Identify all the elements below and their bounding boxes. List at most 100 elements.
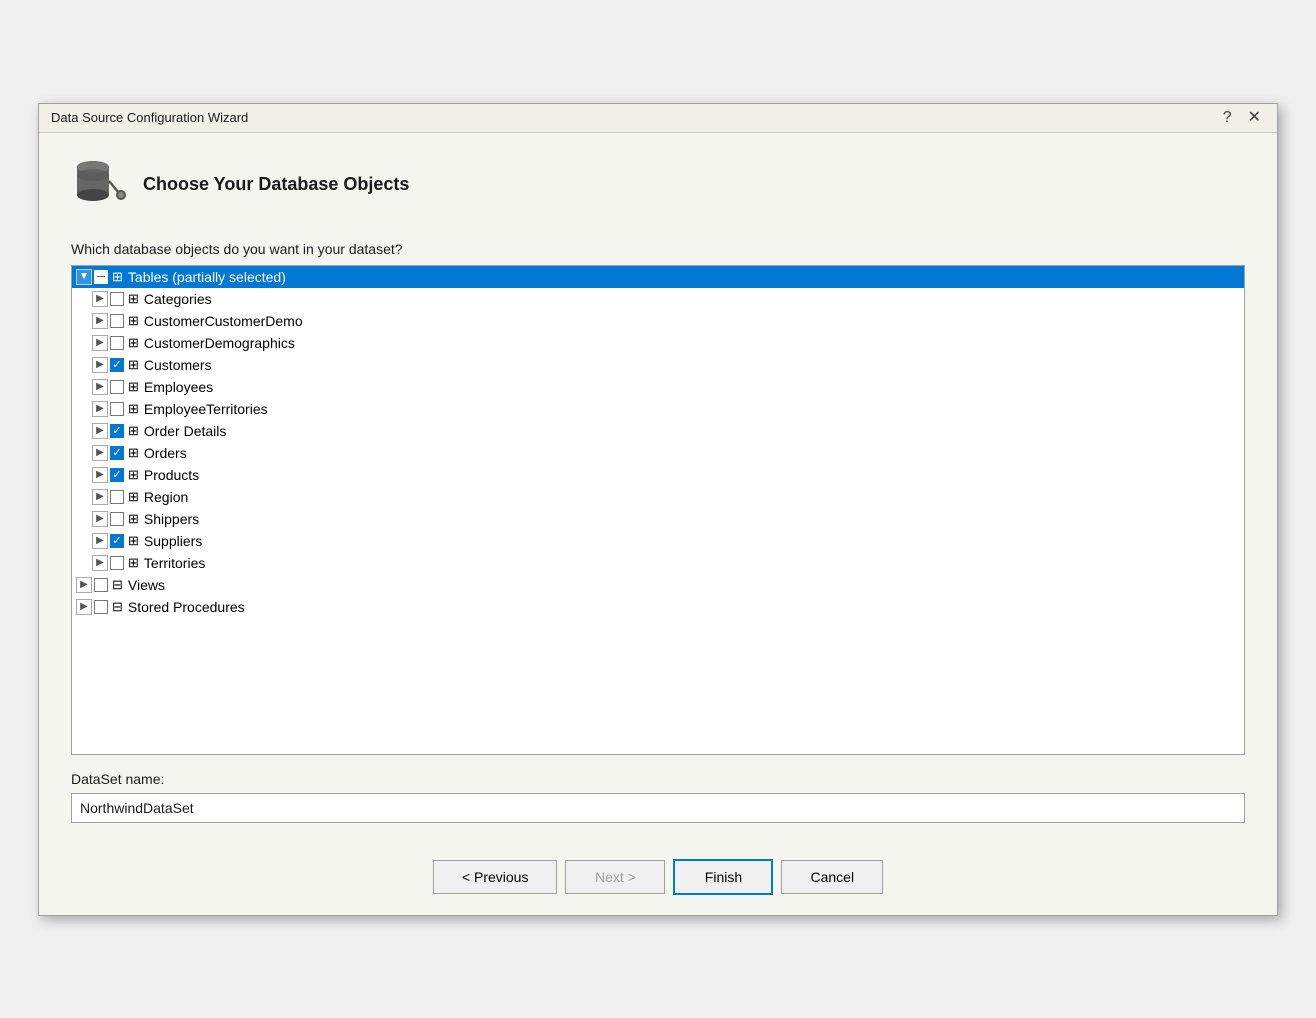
region-label: Region <box>144 489 188 505</box>
categories-table-icon: ⊞ <box>128 291 139 307</box>
od-label: Order Details <box>144 423 226 439</box>
tree-item-orders[interactable]: ▶ ✓ ⊞ Orders <box>72 442 1244 464</box>
od-checkbox[interactable]: ✓ <box>110 424 124 438</box>
tree-item-orderdetails[interactable]: ▶ ✓ ⊞ Order Details <box>72 420 1244 442</box>
cd-checkbox[interactable] <box>110 336 124 350</box>
orders-label: Orders <box>144 445 187 461</box>
help-button[interactable]: ? <box>1219 110 1236 126</box>
suppliers-label: Suppliers <box>144 533 202 549</box>
dataset-section: DataSet name: <box>71 771 1245 839</box>
tree-item-suppliers[interactable]: ▶ ✓ ⊞ Suppliers <box>72 530 1244 552</box>
tables-group-icon: ⊞ <box>112 269 123 285</box>
products-label: Products <box>144 467 199 483</box>
tables-label: Tables (partially selected) <box>128 269 286 285</box>
titlebar-controls: ? ✕ <box>1219 110 1265 126</box>
customers-label: Customers <box>144 357 212 373</box>
expand-et-icon[interactable]: ▶ <box>92 401 108 417</box>
tree-item-customerdemographics[interactable]: ▶ ⊞ CustomerDemographics <box>72 332 1244 354</box>
expand-categories-icon[interactable]: ▶ <box>92 291 108 307</box>
tree-item-stored-procedures[interactable]: ▶ ⊟ Stored Procedures <box>72 596 1244 618</box>
header-section: Choose Your Database Objects <box>71 157 1245 213</box>
et-label: EmployeeTerritories <box>144 401 268 417</box>
views-group-icon: ⊟ <box>112 577 123 593</box>
footer: < Previous Next > Finish Cancel <box>39 839 1277 915</box>
sp-checkbox[interactable] <box>94 600 108 614</box>
et-table-icon: ⊞ <box>128 401 139 417</box>
cd-label: CustomerDemographics <box>144 335 295 351</box>
tree-item-products[interactable]: ▶ ✓ ⊞ Products <box>72 464 1244 486</box>
employees-label: Employees <box>144 379 213 395</box>
dataset-name-label: DataSet name: <box>71 771 1245 787</box>
orders-checkbox[interactable]: ✓ <box>110 446 124 460</box>
expand-orders-icon[interactable]: ▶ <box>92 445 108 461</box>
territories-table-icon: ⊞ <box>128 555 139 571</box>
cd-table-icon: ⊞ <box>128 335 139 351</box>
previous-button[interactable]: < Previous <box>433 860 558 894</box>
suppliers-table-icon: ⊞ <box>128 533 139 549</box>
shippers-label: Shippers <box>144 511 199 527</box>
ccd-label: CustomerCustomerDemo <box>144 313 303 329</box>
cancel-button[interactable]: Cancel <box>781 860 883 894</box>
orders-table-icon: ⊞ <box>128 445 139 461</box>
tables-checkbox[interactable]: ─ <box>94 270 108 284</box>
finish-button[interactable]: Finish <box>673 859 773 895</box>
shippers-checkbox[interactable] <box>110 512 124 526</box>
expand-ccd-icon[interactable]: ▶ <box>92 313 108 329</box>
tree-item-customercustomerdemo[interactable]: ▶ ⊞ CustomerCustomerDemo <box>72 310 1244 332</box>
tree-item-views[interactable]: ▶ ⊟ Views <box>72 574 1244 596</box>
expand-sp-icon[interactable]: ▶ <box>76 599 92 615</box>
question-label: Which database objects do you want in yo… <box>71 241 1245 257</box>
sp-label: Stored Procedures <box>128 599 245 615</box>
expand-region-icon[interactable]: ▶ <box>92 489 108 505</box>
region-table-icon: ⊞ <box>128 489 139 505</box>
database-icon <box>71 157 127 213</box>
expand-shippers-icon[interactable]: ▶ <box>92 511 108 527</box>
tree-item-customers[interactable]: ▶ ✓ ⊞ Customers <box>72 354 1244 376</box>
products-checkbox[interactable]: ✓ <box>110 468 124 482</box>
dialog: Data Source Configuration Wizard ? ✕ Cho… <box>38 103 1278 916</box>
close-button[interactable]: ✕ <box>1244 110 1265 126</box>
main-content: Choose Your Database Objects Which datab… <box>39 133 1277 839</box>
expand-territories-icon[interactable]: ▶ <box>92 555 108 571</box>
expand-tables-icon[interactable]: ▼ <box>76 269 92 285</box>
shippers-table-icon: ⊞ <box>128 511 139 527</box>
tree-item-employees[interactable]: ▶ ⊞ Employees <box>72 376 1244 398</box>
od-table-icon: ⊞ <box>128 423 139 439</box>
sp-group-icon: ⊟ <box>112 599 123 615</box>
expand-od-icon[interactable]: ▶ <box>92 423 108 439</box>
views-checkbox[interactable] <box>94 578 108 592</box>
expand-customers-icon[interactable]: ▶ <box>92 357 108 373</box>
tree-item-categories[interactable]: ▶ ⊞ Categories <box>72 288 1244 310</box>
views-label: Views <box>128 577 165 593</box>
tree-item-shippers[interactable]: ▶ ⊞ Shippers <box>72 508 1244 530</box>
next-button[interactable]: Next > <box>565 860 665 894</box>
region-checkbox[interactable] <box>110 490 124 504</box>
products-table-icon: ⊞ <box>128 467 139 483</box>
customers-table-icon: ⊞ <box>128 357 139 373</box>
tree-item-territories[interactable]: ▶ ⊞ Territories <box>72 552 1244 574</box>
ccd-table-icon: ⊞ <box>128 313 139 329</box>
categories-label: Categories <box>144 291 212 307</box>
et-checkbox[interactable] <box>110 402 124 416</box>
territories-label: Territories <box>144 555 205 571</box>
expand-cd-icon[interactable]: ▶ <box>92 335 108 351</box>
ccd-checkbox[interactable] <box>110 314 124 328</box>
tree-view[interactable]: ▼ ─ ⊞ Tables (partially selected) ▶ ⊞ Ca… <box>71 265 1245 755</box>
titlebar: Data Source Configuration Wizard ? ✕ <box>39 104 1277 133</box>
expand-products-icon[interactable]: ▶ <box>92 467 108 483</box>
expand-suppliers-icon[interactable]: ▶ <box>92 533 108 549</box>
tree-tables-root[interactable]: ▼ ─ ⊞ Tables (partially selected) <box>72 266 1244 288</box>
categories-checkbox[interactable] <box>110 292 124 306</box>
dataset-name-input[interactable] <box>71 793 1245 823</box>
tree-item-employeeterritories[interactable]: ▶ ⊞ EmployeeTerritories <box>72 398 1244 420</box>
employees-table-icon: ⊞ <box>128 379 139 395</box>
dialog-title: Data Source Configuration Wizard <box>51 110 248 125</box>
employees-checkbox[interactable] <box>110 380 124 394</box>
customers-checkbox[interactable]: ✓ <box>110 358 124 372</box>
expand-views-icon[interactable]: ▶ <box>76 577 92 593</box>
territories-checkbox[interactable] <box>110 556 124 570</box>
suppliers-checkbox[interactable]: ✓ <box>110 534 124 548</box>
page-title: Choose Your Database Objects <box>143 174 409 195</box>
tree-item-region[interactable]: ▶ ⊞ Region <box>72 486 1244 508</box>
expand-employees-icon[interactable]: ▶ <box>92 379 108 395</box>
